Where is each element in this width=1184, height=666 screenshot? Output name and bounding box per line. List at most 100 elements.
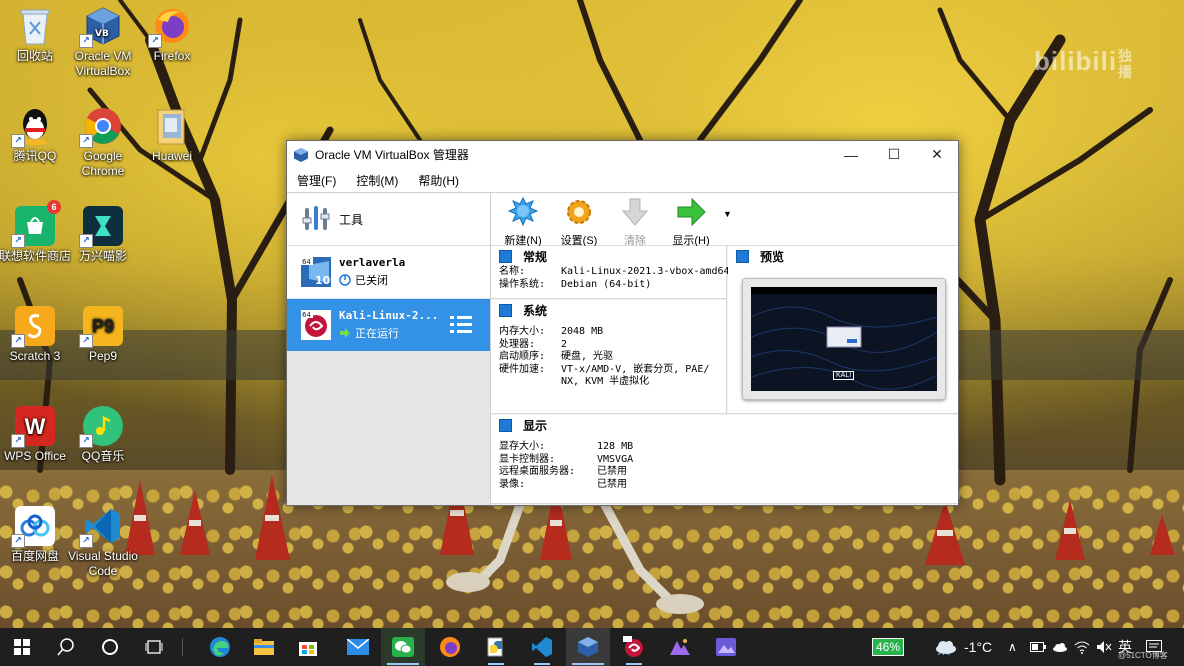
taskbar-wechat[interactable] bbox=[381, 628, 425, 666]
vm-item-verlaverla[interactable]: 64 10 verlaverla 已关闭 bbox=[287, 246, 490, 299]
task-view-button[interactable] bbox=[132, 628, 176, 666]
desktop-icon-label: 百度网盘 bbox=[10, 549, 59, 563]
taskbar-photos[interactable] bbox=[704, 628, 748, 666]
desktop-icon-vscode[interactable]: ↗ Visual Studio Code bbox=[65, 506, 141, 579]
tray-chevron-up-icon[interactable]: ∧ bbox=[1008, 628, 1017, 666]
shortcut-arrow-icon: ↗ bbox=[11, 234, 25, 248]
discard-button[interactable]: 清除 bbox=[609, 193, 661, 248]
start-button[interactable] bbox=[0, 628, 44, 666]
display-title: 显示 bbox=[523, 418, 548, 433]
title-bar[interactable]: Oracle VM VirtualBox 管理器 — ☐ ✕ bbox=[287, 141, 958, 168]
show-arrow-icon bbox=[677, 197, 706, 227]
minimize-button[interactable]: — bbox=[829, 141, 873, 168]
pep9-glyph: P9 bbox=[91, 315, 115, 336]
taskbar-kali-vm[interactable] bbox=[612, 628, 656, 666]
toolbar-dropdown-chevron-icon[interactable]: ▼ bbox=[723, 209, 732, 219]
desktop-icon-qq[interactable]: ↗ 腾讯QQ bbox=[0, 106, 73, 164]
desktop-icon-label: Visual Studio Code bbox=[68, 549, 138, 578]
settings-button[interactable]: 设置(S) bbox=[553, 193, 605, 248]
search-button[interactable] bbox=[44, 628, 88, 666]
os-label: 操作系统: bbox=[499, 278, 546, 290]
desktop-icon-virtualbox[interactable]: VB ↗ Oracle VM VirtualBox bbox=[65, 6, 141, 79]
taskbar-file-explorer[interactable] bbox=[242, 628, 286, 666]
tray-battery-icon[interactable] bbox=[1030, 628, 1046, 666]
store-icon bbox=[299, 642, 317, 656]
maximize-button[interactable]: ☐ bbox=[872, 141, 916, 168]
graphics-controller-value: VMSVGA bbox=[597, 453, 634, 465]
storage-header[interactable]: 存储 bbox=[491, 505, 958, 506]
tray-cloud-icon[interactable] bbox=[1052, 628, 1068, 666]
general-header[interactable]: 常规 bbox=[491, 246, 726, 266]
tray-wifi-icon[interactable] bbox=[1074, 628, 1090, 666]
processors-value: 2 bbox=[561, 338, 568, 350]
desktop-icon-qq-music[interactable]: ↗ QQ音乐 bbox=[65, 406, 141, 464]
details-area: 常规 名称: Kali-Linux-2021.3-vbox-amd64 操作系统:… bbox=[491, 246, 958, 505]
close-button[interactable]: ✕ bbox=[915, 141, 958, 168]
weather-widget[interactable]: -1°C bbox=[934, 628, 992, 666]
virtualbox-manager-window: Oracle VM VirtualBox 管理器 — ☐ ✕ 管理(F) 控制(… bbox=[286, 140, 959, 506]
desktop-icon-chrome[interactable]: ↗ Google Chrome bbox=[65, 106, 141, 179]
memory-label: 内存大小: bbox=[499, 326, 546, 337]
system-icon bbox=[499, 303, 512, 317]
cortana-button[interactable] bbox=[88, 628, 132, 666]
menu-machine[interactable]: 控制(M) bbox=[346, 172, 408, 189]
wechat-icon bbox=[392, 637, 414, 657]
temperature: -1°C bbox=[964, 639, 993, 655]
desktop-icon-firefox[interactable]: ↗ Firefox bbox=[134, 6, 210, 64]
vm-state-label: 已关闭 bbox=[355, 275, 388, 287]
new-button[interactable]: 新建(N) bbox=[497, 193, 549, 248]
firefox-icon: ↗ bbox=[148, 6, 192, 48]
power-off-icon bbox=[339, 274, 351, 286]
firefox-icon bbox=[440, 637, 460, 657]
taskbar-store[interactable] bbox=[286, 628, 330, 666]
vm-item-kali[interactable]: 64 Kali-Linux-2... 正在运行 bbox=[287, 299, 490, 351]
desktop-icon-huawei-folder[interactable]: Huawei bbox=[134, 106, 210, 164]
preview-thumbnail[interactable]: KALI bbox=[742, 278, 946, 400]
desktop-icon-pep9[interactable]: P9 ↗ Pep9 bbox=[65, 306, 141, 364]
cloud-icon bbox=[936, 641, 956, 655]
system-title: 系统 bbox=[523, 303, 548, 318]
taskbar-vm-app[interactable] bbox=[658, 628, 702, 666]
shortcut-arrow-icon: ↗ bbox=[79, 334, 93, 348]
tray-volume-mute-icon[interactable] bbox=[1096, 628, 1112, 666]
preview-screen: KALI bbox=[751, 287, 937, 391]
preview-header[interactable]: 预览 bbox=[728, 246, 958, 266]
remote-desktop-label: 远程桌面服务器: bbox=[499, 466, 576, 477]
edge-icon bbox=[210, 637, 230, 657]
menu-file[interactable]: 管理(F) bbox=[287, 172, 346, 189]
show-button[interactable]: 显示(H) bbox=[665, 193, 717, 248]
svg-text:VB: VB bbox=[95, 29, 109, 39]
recycle-bin-icon bbox=[15, 6, 55, 46]
shortcut-arrow-icon: ↗ bbox=[148, 34, 162, 48]
desktop-icon-scratch[interactable]: ↗ Scratch 3 bbox=[0, 306, 73, 364]
taskbar-python-idle[interactable] bbox=[474, 628, 518, 666]
battery-indicator[interactable]: 46% bbox=[872, 628, 905, 666]
acceleration-label: 硬件加速: bbox=[499, 363, 546, 375]
vm-state: 已关闭 bbox=[339, 272, 405, 288]
taskbar-divider bbox=[182, 638, 183, 656]
taskbar-mail[interactable] bbox=[336, 628, 380, 666]
taskbar-firefox[interactable] bbox=[428, 628, 472, 666]
task-view-icon bbox=[145, 640, 163, 654]
desktop-icon-label: 腾讯QQ bbox=[13, 149, 57, 163]
qq-icon: ↗ bbox=[11, 106, 55, 148]
running-arrow-icon bbox=[340, 328, 350, 338]
desktop-icon-wps[interactable]: W ↗ WPS Office bbox=[0, 406, 73, 464]
desktop-icon-filmora[interactable]: ↗ 万兴喵影 bbox=[65, 206, 141, 264]
display-header[interactable]: 显示 bbox=[491, 415, 958, 435]
desktop-icon-recycle-bin[interactable]: 回收站 bbox=[0, 6, 73, 64]
python-idle-icon bbox=[487, 637, 503, 657]
shortcut-arrow-icon: ↗ bbox=[79, 434, 93, 448]
desktop-icon-baidu-netdisk[interactable]: ↗ 百度网盘 bbox=[0, 506, 73, 564]
desktop-icon-lenovo-store[interactable]: 6 ↗ 联想软件商店 bbox=[0, 200, 73, 264]
desktop-icon-label: 回收站 bbox=[16, 49, 53, 63]
system-header[interactable]: 系统 bbox=[491, 300, 726, 320]
taskbar-edge[interactable] bbox=[198, 628, 242, 666]
taskbar-vscode[interactable] bbox=[520, 628, 564, 666]
tools-item[interactable]: 工具 bbox=[287, 193, 490, 246]
wps-glyph: W bbox=[24, 413, 46, 439]
taskbar-virtualbox[interactable] bbox=[566, 628, 610, 666]
search-icon bbox=[57, 638, 74, 656]
vm-details-menu-icon[interactable] bbox=[450, 315, 472, 335]
menu-help[interactable]: 帮助(H) bbox=[408, 172, 469, 189]
